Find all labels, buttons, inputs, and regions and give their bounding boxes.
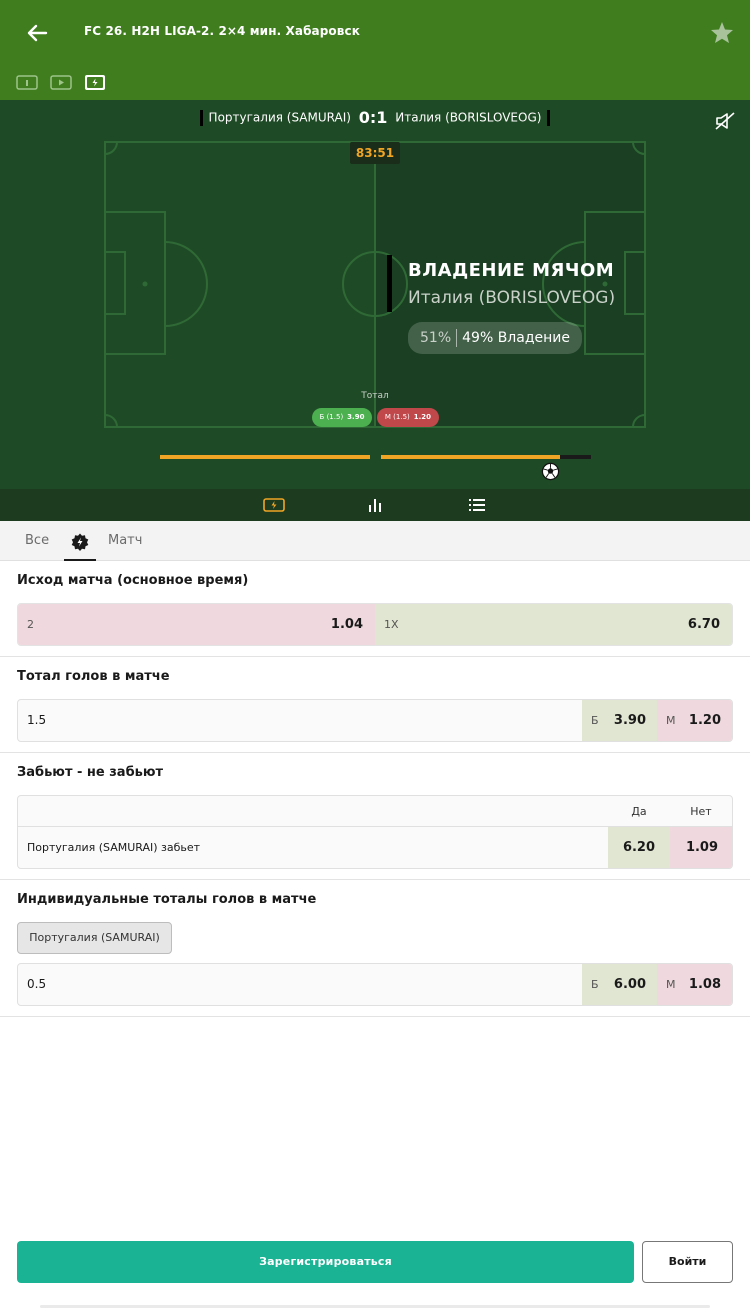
login-button[interactable]: Войти xyxy=(642,1241,733,1283)
match-score: 0:1 xyxy=(358,108,388,127)
scoreboard-icon[interactable] xyxy=(16,74,38,91)
individual-odds-row: 0.5 Б 6.00 М 1.08 xyxy=(17,963,733,1006)
stats-tab-icon[interactable] xyxy=(364,496,386,514)
total-odds-row: 1.5 Б 3.90 М 1.20 xyxy=(17,699,733,742)
tab-fast-markets[interactable] xyxy=(64,531,96,561)
away-color-bar xyxy=(547,109,551,126)
home-possession: 51% xyxy=(420,330,452,346)
outcome-odds-row: 2 1.04 1X 6.70 xyxy=(17,603,733,646)
scoreline: Португалия (SAMURAI) 0:1 Италия (BORISLO… xyxy=(0,108,750,127)
lightning-badge-icon xyxy=(71,533,89,551)
event-title: ВЛАДЕНИЕ МЯЧОМ xyxy=(408,260,615,281)
possession-divider xyxy=(456,329,458,347)
sound-muted-icon[interactable] xyxy=(713,110,737,132)
total-over-label: Б xyxy=(591,714,599,727)
register-button[interactable]: Зарегистрироваться xyxy=(17,1241,634,1283)
individual-over-value: 6.00 xyxy=(613,977,646,992)
market-filter-tabs: Все Матч xyxy=(0,521,750,561)
individual-under-value: 1.08 xyxy=(688,977,721,992)
tab-match[interactable]: Матч xyxy=(108,533,142,548)
btts-row-label: Португалия (SAMURAI) забьет xyxy=(27,841,201,854)
mini-under-label: М (1.5) xyxy=(384,413,410,421)
market-outcome-title: Исход матча (основное время) xyxy=(17,573,249,588)
outcome-1x-value: 6.70 xyxy=(687,617,720,632)
outcome-2-button[interactable]: 2 1.04 xyxy=(18,604,375,645)
tab-all[interactable]: Все xyxy=(25,533,49,548)
team-filter-chip[interactable]: Португалия (SAMURAI) xyxy=(17,922,172,954)
football-icon xyxy=(541,462,560,481)
total-over-value: 3.90 xyxy=(613,713,646,728)
total-line: 1.5 xyxy=(27,713,47,727)
match-timer: 83:51 xyxy=(350,142,400,164)
outcome-2-value: 1.04 xyxy=(330,617,363,632)
market-outcome: Исход матча (основное время) 2 1.04 1X 6… xyxy=(0,561,750,657)
individual-under-label: М xyxy=(666,978,676,991)
market-individual-title: Индивидуальные тоталы голов в матче xyxy=(17,892,317,907)
match-field: Португалия (SAMURAI) 0:1 Италия (BORISLO… xyxy=(0,100,750,489)
btts-table-header: Да Нет xyxy=(18,796,732,827)
btts-no-value: 1.09 xyxy=(685,840,719,855)
home-color-bar xyxy=(199,109,203,126)
mini-under-value: 1.20 xyxy=(413,413,432,421)
first-half-progress-fill xyxy=(160,455,370,459)
market-btts: Забьют - не забьют Да Нет Португалия (SA… xyxy=(0,753,750,880)
mini-total-over-button[interactable]: Б (1.5) 3.90 xyxy=(312,408,372,427)
market-total-title: Тотал голов в матче xyxy=(17,669,170,684)
individual-under-button[interactable]: М 1.08 xyxy=(657,964,732,1005)
first-half-progress xyxy=(160,455,370,459)
second-half-progress xyxy=(381,455,591,459)
outcome-1x-button[interactable]: 1X 6.70 xyxy=(375,604,732,645)
second-half-progress-fill xyxy=(381,455,560,459)
page-title: FC 26. H2H LIGA-2. 2×4 мин. Хабаровск xyxy=(84,24,360,38)
btts-col-yes: Да xyxy=(631,805,647,818)
event-team: Италия (BORISLOVEOG) xyxy=(408,288,616,308)
back-arrow-icon[interactable] xyxy=(22,18,52,48)
btts-yes-button[interactable]: 6.20 xyxy=(608,827,670,868)
app-header: FC 26. H2H LIGA-2. 2×4 мин. Хабаровск xyxy=(0,0,750,100)
away-team: Италия (BORISLOVEOG) xyxy=(395,110,542,125)
mini-over-label: Б (1.5) xyxy=(319,413,344,421)
market-btts-title: Забьют - не забьют xyxy=(17,765,164,780)
possession-badge: 51% 49% Владение xyxy=(408,322,582,354)
outcome-1x-label: 1X xyxy=(384,618,399,631)
btts-col-no: Нет xyxy=(690,805,712,818)
outcome-2-label: 2 xyxy=(27,618,34,631)
btts-table: Да Нет Португалия (SAMURAI) забьет 6.20 … xyxy=(17,795,733,869)
home-team: Португалия (SAMURAI) xyxy=(208,110,351,125)
mini-over-value: 3.90 xyxy=(347,413,365,421)
individual-line: 0.5 xyxy=(27,977,47,991)
total-widget-label: Тотал xyxy=(361,391,389,401)
btts-no-button[interactable]: 1.09 xyxy=(670,827,732,868)
individual-over-label: Б xyxy=(591,978,599,991)
btts-yes-value: 6.20 xyxy=(622,840,656,855)
view-switcher xyxy=(16,74,106,91)
mini-total-under-button[interactable]: М (1.5) 1.20 xyxy=(377,408,439,427)
field-tab-icon[interactable] xyxy=(263,496,285,514)
total-under-label: М xyxy=(666,714,676,727)
market-total: Тотал голов в матче 1.5 Б 3.90 М 1.20 xyxy=(0,657,750,753)
total-under-button[interactable]: М 1.20 xyxy=(657,700,732,741)
video-icon[interactable] xyxy=(50,74,72,91)
total-over-button[interactable]: Б 3.90 xyxy=(582,700,657,741)
media-tab-bar xyxy=(0,489,750,521)
away-possession: 49% Владение xyxy=(462,330,570,346)
events-list-tab-icon[interactable] xyxy=(466,496,488,514)
individual-over-button[interactable]: Б 6.00 xyxy=(582,964,657,1005)
total-under-value: 1.20 xyxy=(688,713,721,728)
field-view-icon[interactable] xyxy=(84,74,106,91)
event-team-color-bar xyxy=(387,255,392,312)
star-icon[interactable] xyxy=(709,20,735,46)
